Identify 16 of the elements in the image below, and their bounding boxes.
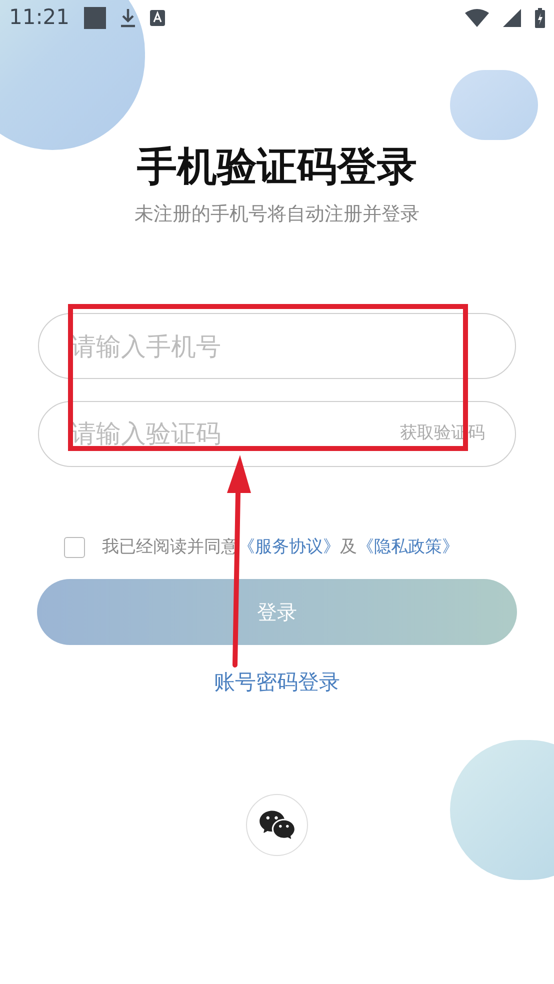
status-time: 11:21 xyxy=(9,4,70,32)
account-password-login-link[interactable]: 账号密码登录 xyxy=(214,666,340,698)
phone-input-field[interactable]: 请输入手机号 xyxy=(38,313,516,379)
signal-icon xyxy=(503,9,521,27)
battery-icon xyxy=(535,8,545,28)
download-icon xyxy=(120,8,136,28)
page-title: 手机验证码登录 xyxy=(137,143,417,192)
page-subtitle: 未注册的手机号将自动注册并登录 xyxy=(134,202,420,227)
agreement-joiner: 及 xyxy=(340,536,357,559)
wifi-icon xyxy=(465,9,489,27)
code-input[interactable]: 请输入验证码 xyxy=(71,415,400,453)
square-icon xyxy=(84,7,106,29)
keyboard-icon xyxy=(150,10,165,26)
agreement-checkbox[interactable] xyxy=(64,537,85,558)
service-agreement-link[interactable]: 《服务协议》 xyxy=(238,535,340,560)
privacy-policy-link[interactable]: 《隐私政策》 xyxy=(357,535,459,560)
